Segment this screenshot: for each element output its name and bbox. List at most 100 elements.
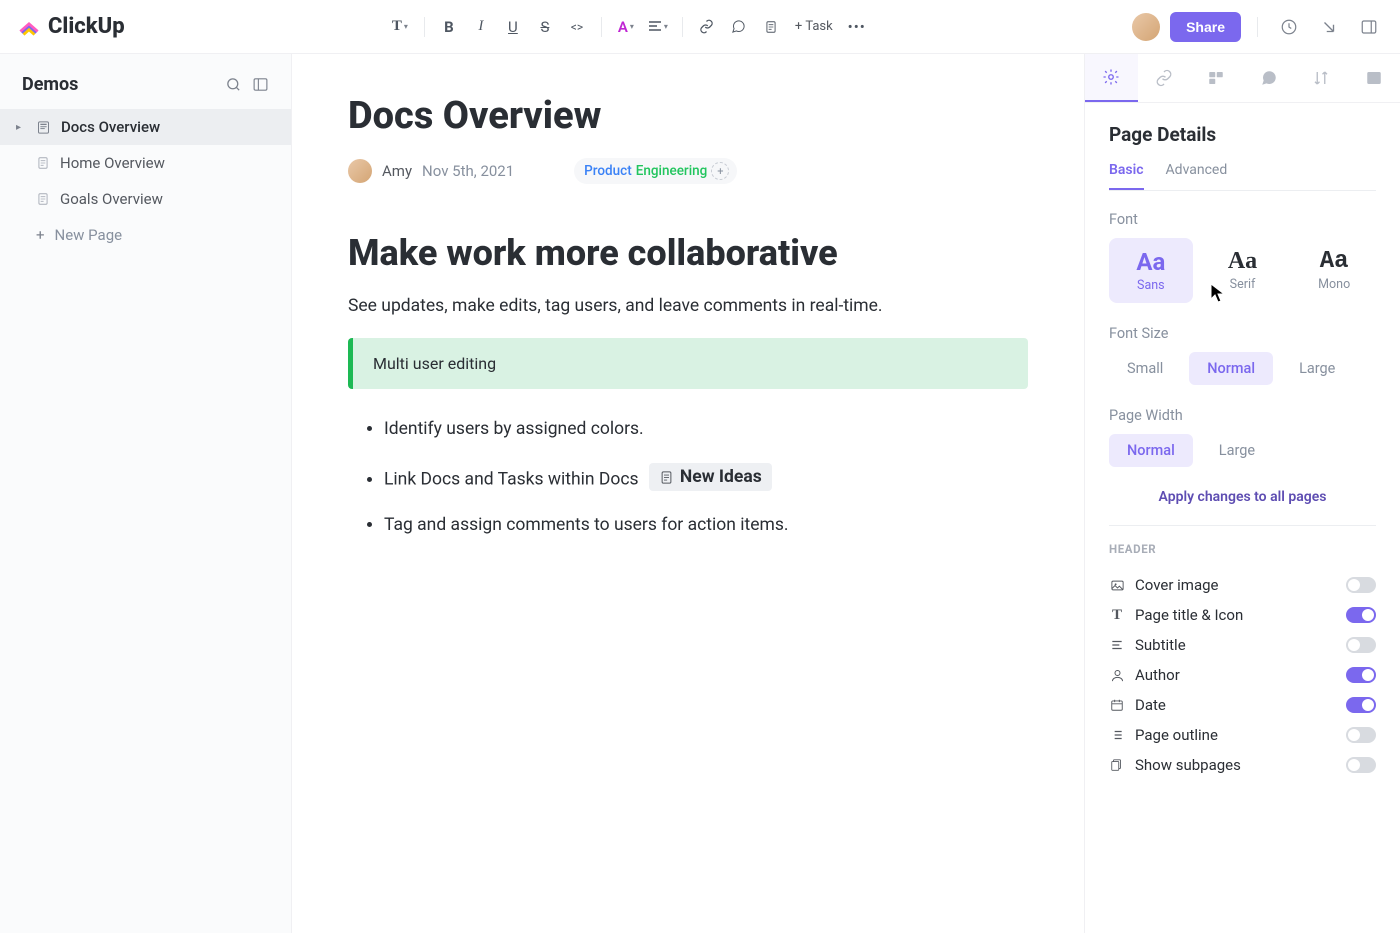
doc-icon <box>36 120 51 135</box>
pages-icon <box>1109 758 1125 772</box>
sidebar-item-goals-overview[interactable]: Goals Overview <box>0 181 291 217</box>
inline-doc-link[interactable]: New Ideas <box>649 463 772 491</box>
formatting-toolbar: T▾ B I U S <> A▾ ▾ +Task ••• <box>125 13 1132 41</box>
search-icon <box>225 76 242 93</box>
more-button[interactable]: ••• <box>843 13 871 41</box>
collapse-sidebar-button[interactable] <box>252 76 269 93</box>
history-button[interactable] <box>1274 12 1304 42</box>
panel-title: Page Details <box>1109 123 1376 146</box>
board-icon <box>1207 69 1225 87</box>
page-details-panel: Page Details Basic Advanced Font AaSans … <box>1084 54 1400 933</box>
callout-block[interactable]: Multi user editing <box>348 338 1028 389</box>
panel-toggle-button[interactable] <box>1354 12 1384 42</box>
font-size-large[interactable]: Large <box>1281 352 1353 385</box>
doc-heading[interactable]: Make work more collaborative <box>348 232 1028 274</box>
comment-button[interactable] <box>725 13 753 41</box>
page-width-normal[interactable]: Normal <box>1109 434 1193 467</box>
doc-subhead[interactable]: See updates, make edits, tag users, and … <box>348 296 1028 316</box>
search-button[interactable] <box>225 76 242 93</box>
list-item[interactable]: Identify users by assigned colors. <box>384 419 1028 439</box>
sidebar-collapse-icon <box>252 76 269 93</box>
app-logo[interactable]: ClickUp <box>16 14 125 40</box>
doc-icon <box>764 20 778 34</box>
align-dropdown[interactable]: ▾ <box>644 13 672 41</box>
image-icon <box>1365 69 1383 87</box>
subtitle-icon <box>1109 638 1125 652</box>
tag-engineering[interactable]: Engineering <box>636 163 708 179</box>
font-serif[interactable]: AaSerif <box>1201 238 1285 303</box>
page-title[interactable]: Docs Overview <box>348 94 1028 138</box>
clickup-logo-icon <box>16 14 42 40</box>
page-width-large[interactable]: Large <box>1201 434 1273 467</box>
strikethrough-button[interactable]: S <box>531 13 559 41</box>
page-width-picker: Normal Large <box>1109 434 1376 467</box>
tab-advanced[interactable]: Advanced <box>1166 162 1228 190</box>
font-size-small[interactable]: Small <box>1109 352 1181 385</box>
toggle-switch[interactable] <box>1346 637 1376 653</box>
apply-all-link[interactable]: Apply changes to all pages <box>1109 489 1376 505</box>
sidebar-new-page[interactable]: + New Page <box>0 217 291 253</box>
toggle-switch[interactable] <box>1346 607 1376 623</box>
sidebar-item-home-overview[interactable]: Home Overview <box>0 145 291 181</box>
relations-tab[interactable] <box>1138 54 1191 102</box>
topbar: ClickUp T▾ B I U S <> A▾ ▾ +Task ••• Sha… <box>0 0 1400 54</box>
sidebar-item-label: Docs Overview <box>61 118 160 136</box>
toggle-subtitle: Subtitle <box>1109 630 1376 660</box>
topbar-right: Share <box>1132 12 1384 42</box>
list-item[interactable]: Tag and assign comments to users for act… <box>384 515 1028 535</box>
download-arrow-icon <box>1320 18 1338 36</box>
font-sans[interactable]: AaSans <box>1109 238 1193 303</box>
toggle-switch[interactable] <box>1346 667 1376 683</box>
author-avatar[interactable] <box>348 159 372 183</box>
sidebar-item-label: Goals Overview <box>60 190 163 208</box>
bold-button[interactable]: B <box>435 13 463 41</box>
text-color-dropdown[interactable]: A▾ <box>612 13 640 41</box>
app-name: ClickUp <box>48 14 125 39</box>
export-button[interactable] <box>1314 12 1344 42</box>
sidebar: Demos ▸ Docs Overview Home Overview Goal… <box>0 54 292 933</box>
comments-tab[interactable] <box>1243 54 1296 102</box>
sidebar-title: Demos <box>22 74 78 95</box>
toggle-switch[interactable] <box>1346 697 1376 713</box>
link-icon <box>699 19 714 34</box>
sidebar-item-docs-overview[interactable]: ▸ Docs Overview <box>0 109 291 145</box>
sort-tab[interactable] <box>1295 54 1348 102</box>
toggle-title-icon: TPage title & Icon <box>1109 600 1376 630</box>
list-item[interactable]: Link Docs and Tasks within Docs New Idea… <box>384 463 1028 491</box>
plus-icon: + <box>36 226 45 244</box>
underline-button[interactable]: U <box>499 13 527 41</box>
image-icon <box>1109 578 1125 593</box>
author-name: Amy <box>382 162 412 180</box>
doc-icon <box>36 192 50 206</box>
font-mono[interactable]: AaMono <box>1292 238 1376 303</box>
font-size-normal[interactable]: Normal <box>1189 352 1273 385</box>
font-size-picker: Small Normal Large <box>1109 352 1376 385</box>
toggle-switch[interactable] <box>1346 757 1376 773</box>
tab-basic[interactable]: Basic <box>1109 162 1144 190</box>
bullet-list[interactable]: Identify users by assigned colors. Link … <box>348 419 1028 535</box>
user-avatar[interactable] <box>1132 13 1160 41</box>
italic-button[interactable]: I <box>467 13 495 41</box>
clock-icon <box>1280 18 1298 36</box>
add-tag-button[interactable]: + <box>711 162 729 180</box>
toggle-outline: Page outline <box>1109 720 1376 750</box>
link-button[interactable] <box>693 13 721 41</box>
code-button[interactable]: <> <box>563 13 591 41</box>
tag-chip-group[interactable]: Product Engineering + <box>574 158 737 184</box>
document-area[interactable]: Docs Overview Amy Nov 5th, 2021 Product … <box>292 54 1084 933</box>
board-tab[interactable] <box>1190 54 1243 102</box>
toggle-switch[interactable] <box>1346 727 1376 743</box>
image-tab[interactable] <box>1348 54 1400 102</box>
add-task-button[interactable]: +Task <box>789 19 839 34</box>
toggle-switch[interactable] <box>1346 577 1376 593</box>
doc-icon <box>659 470 674 485</box>
font-size-label: Font Size <box>1109 325 1376 342</box>
toggle-author: Author <box>1109 660 1376 690</box>
chain-icon <box>1155 69 1173 87</box>
share-button[interactable]: Share <box>1170 12 1241 42</box>
text-style-dropdown[interactable]: T▾ <box>386 13 414 41</box>
sidebar-item-label: Home Overview <box>60 154 165 172</box>
attach-button[interactable] <box>757 13 785 41</box>
settings-tab[interactable] <box>1085 54 1138 102</box>
tag-product[interactable]: Product <box>584 163 632 179</box>
